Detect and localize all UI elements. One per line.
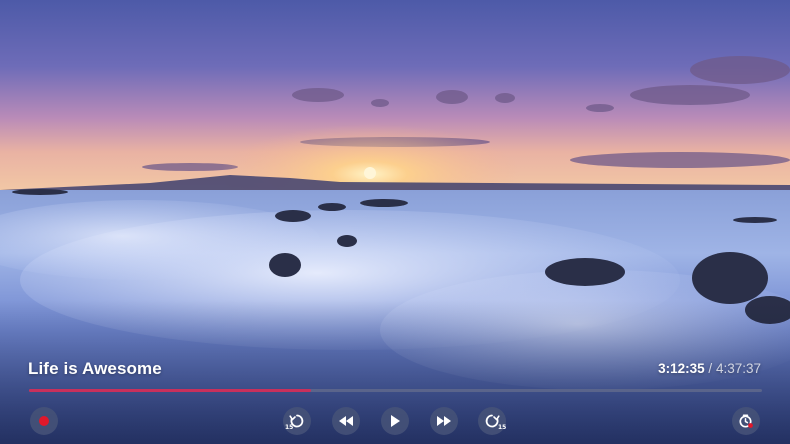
record-icon: [38, 415, 50, 427]
time-separator: /: [708, 361, 713, 376]
time-readout: 3:12:35 / 4:37:37: [658, 361, 761, 376]
skip-seconds: 15: [498, 424, 507, 431]
skip-15-button[interactable]: 15: [478, 407, 506, 435]
total-time: 4:37:37: [715, 361, 761, 376]
rewind-icon: [338, 415, 354, 427]
current-time: 3:12:35: [658, 361, 705, 376]
progress-bar[interactable]: [29, 389, 762, 392]
replay-15-icon: 15: [285, 413, 305, 431]
replay-seconds: 15: [285, 424, 294, 431]
fast-forward-button[interactable]: [430, 407, 458, 435]
record-button[interactable]: [30, 407, 58, 435]
video-title: Life is Awesome: [28, 359, 162, 378]
sleep-timer-button[interactable]: [732, 407, 760, 435]
progress-fill: [29, 389, 312, 392]
video-player: Life is Awesome 3:12:35 / 4:37:37 15 15: [0, 0, 790, 444]
rewind-button[interactable]: [332, 407, 360, 435]
play-icon: [389, 414, 401, 428]
replay-15-button[interactable]: 15: [283, 407, 311, 435]
fast-forward-icon: [436, 415, 452, 427]
skip-15-icon: 15: [484, 413, 506, 431]
sleep-timer-icon: [738, 413, 754, 429]
play-button[interactable]: [381, 407, 409, 435]
